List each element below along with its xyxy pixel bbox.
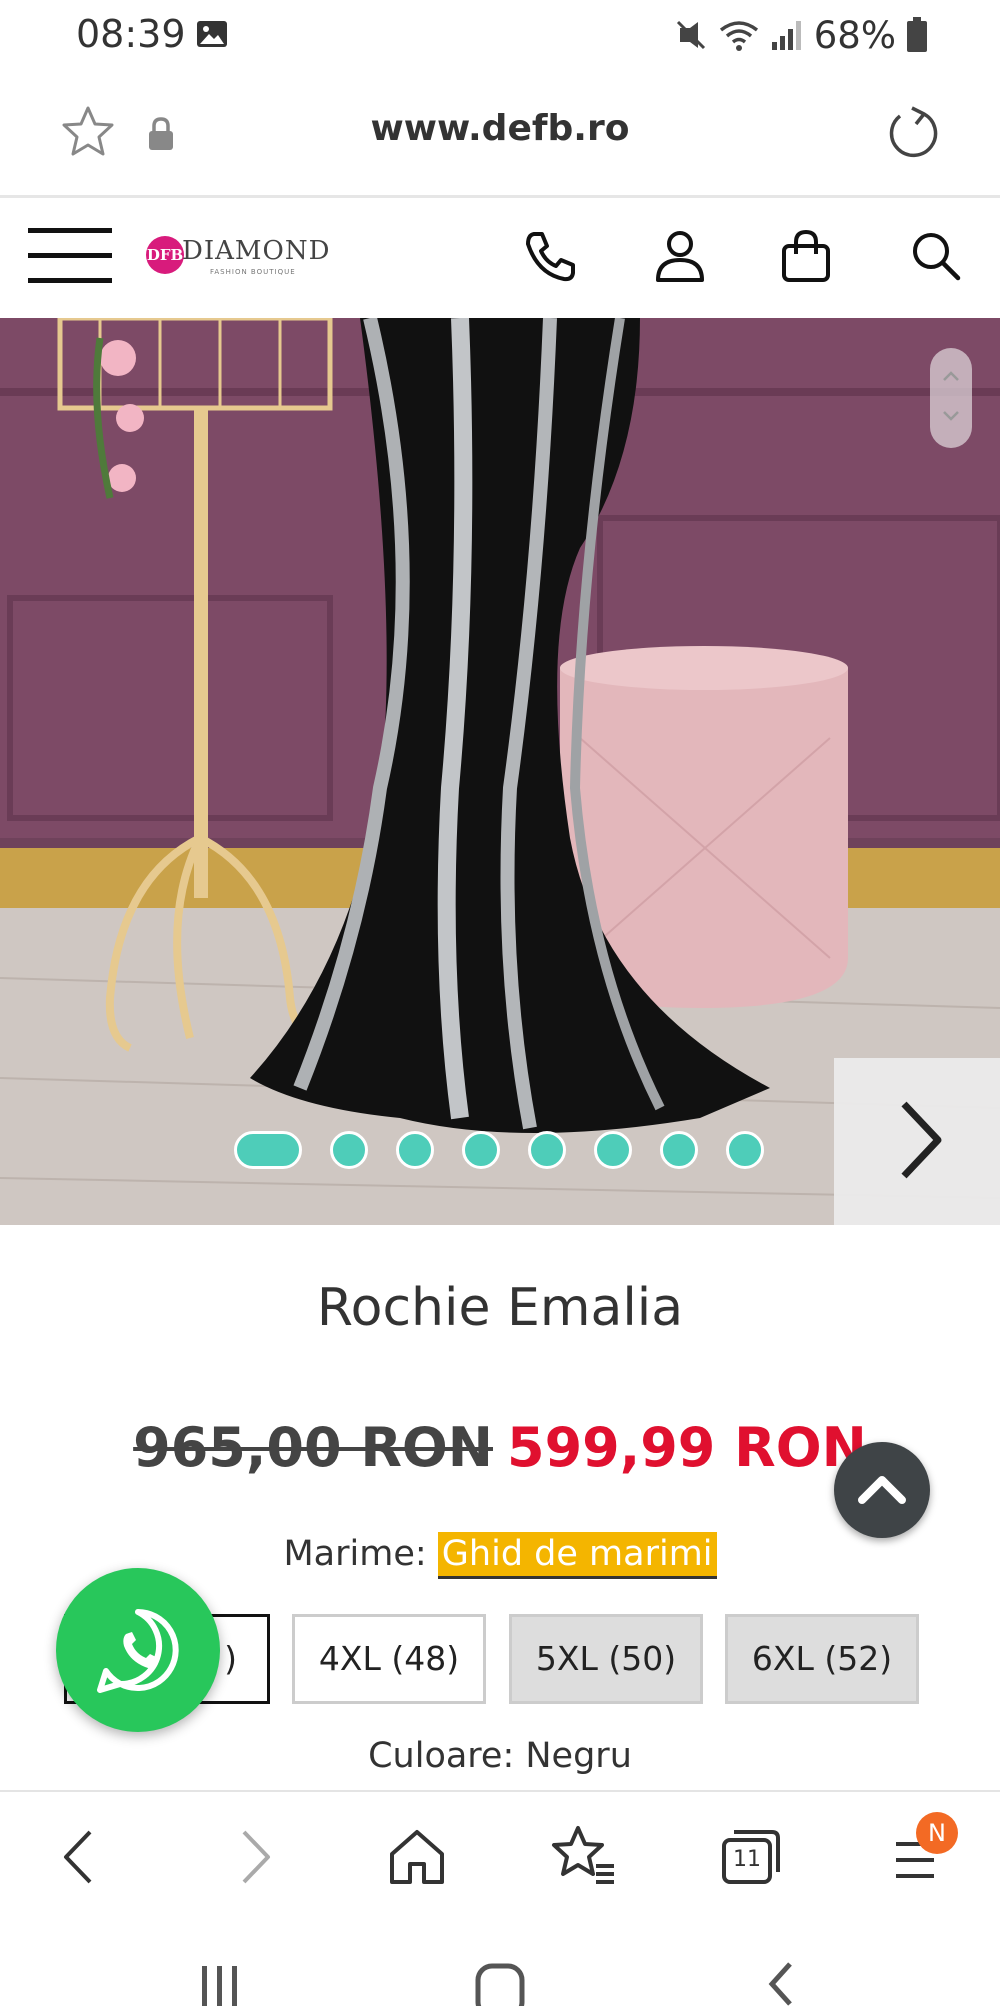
wifi-icon bbox=[719, 21, 758, 51]
menu-notification-badge: N bbox=[916, 1812, 958, 1854]
carousel-dots bbox=[234, 1130, 764, 1170]
search-icon[interactable] bbox=[906, 226, 966, 286]
status-indicators: 68% bbox=[674, 12, 928, 58]
bookmarks-icon[interactable] bbox=[548, 1822, 618, 1892]
gallery-icon bbox=[197, 21, 227, 47]
carousel-dot[interactable] bbox=[660, 1131, 698, 1169]
whatsapp-button[interactable] bbox=[56, 1568, 220, 1732]
old-price: 965,00 RON bbox=[133, 1416, 493, 1479]
phone-icon[interactable] bbox=[520, 226, 580, 286]
status-bar: 08:39 68% bbox=[0, 0, 1000, 70]
home-nav-icon[interactable] bbox=[470, 1960, 530, 2006]
tab-count: 11 bbox=[733, 1847, 761, 1872]
signal-icon bbox=[771, 21, 801, 50]
site-logo[interactable]: DFB DIAMOND FASHION BOUTIQUE bbox=[146, 234, 329, 282]
menu-icon[interactable] bbox=[28, 228, 112, 288]
logo-mark: DFB bbox=[146, 236, 184, 274]
mute-icon bbox=[676, 20, 705, 50]
size-option-4xl[interactable]: 4XL (48) bbox=[292, 1614, 486, 1704]
carousel-dot[interactable] bbox=[462, 1131, 500, 1169]
color-info: Culoare: Negru bbox=[368, 1736, 632, 1776]
size-option-5xl[interactable]: 5XL (50) bbox=[509, 1614, 703, 1704]
carousel-dot[interactable] bbox=[330, 1131, 368, 1169]
battery-icon bbox=[907, 17, 927, 52]
carousel-dot[interactable] bbox=[528, 1131, 566, 1169]
carousel-dot[interactable] bbox=[726, 1131, 764, 1169]
carousel-next-button[interactable] bbox=[834, 1058, 1000, 1225]
product-image-carousel[interactable] bbox=[0, 318, 1000, 1225]
lock-icon bbox=[149, 117, 173, 150]
recents-icon[interactable] bbox=[196, 1960, 244, 2006]
browser-bottom-bar: 11 N bbox=[0, 1790, 1000, 1920]
forward-icon[interactable] bbox=[218, 1822, 288, 1892]
back-icon[interactable] bbox=[46, 1822, 116, 1892]
url-field[interactable]: www.defb.ro bbox=[300, 108, 700, 149]
carousel-dot[interactable] bbox=[594, 1131, 632, 1169]
star-icon[interactable] bbox=[60, 104, 116, 160]
tabs-icon[interactable]: 11 bbox=[716, 1822, 786, 1892]
bag-icon[interactable] bbox=[776, 226, 836, 286]
carousel-dot[interactable] bbox=[234, 1131, 302, 1169]
chevron-up-icon bbox=[858, 1476, 906, 1504]
scroll-to-top-button[interactable] bbox=[834, 1442, 930, 1538]
reload-icon[interactable] bbox=[882, 102, 942, 162]
carousel-dot[interactable] bbox=[396, 1131, 434, 1169]
size-label: Marime: bbox=[283, 1534, 427, 1574]
system-back-icon[interactable] bbox=[760, 1960, 800, 2006]
sale-price: 599,99 RON bbox=[507, 1416, 867, 1479]
status-time: 08:39 bbox=[76, 12, 186, 56]
logo-text: DIAMOND bbox=[182, 236, 331, 266]
chevron-right-icon bbox=[901, 1101, 942, 1179]
chevron-up-down-icon bbox=[943, 371, 959, 421]
size-option-6xl[interactable]: 6XL (52) bbox=[725, 1614, 919, 1704]
site-header: DFB DIAMOND FASHION BOUTIQUE bbox=[0, 198, 1000, 318]
logo-subtitle: FASHION BOUTIQUE bbox=[210, 268, 296, 276]
browser-url-bar: www.defb.ro bbox=[0, 70, 1000, 198]
account-icon[interactable] bbox=[650, 226, 710, 286]
system-navigation-bar bbox=[0, 1920, 1000, 2006]
whatsapp-icon bbox=[97, 1609, 179, 1693]
product-title: Rochie Emalia bbox=[316, 1278, 684, 1338]
image-scroll-control[interactable] bbox=[930, 348, 972, 448]
size-guide-link[interactable]: Ghid de marimi bbox=[437, 1532, 717, 1579]
battery-percent: 68% bbox=[813, 13, 896, 57]
home-icon[interactable] bbox=[382, 1822, 452, 1892]
